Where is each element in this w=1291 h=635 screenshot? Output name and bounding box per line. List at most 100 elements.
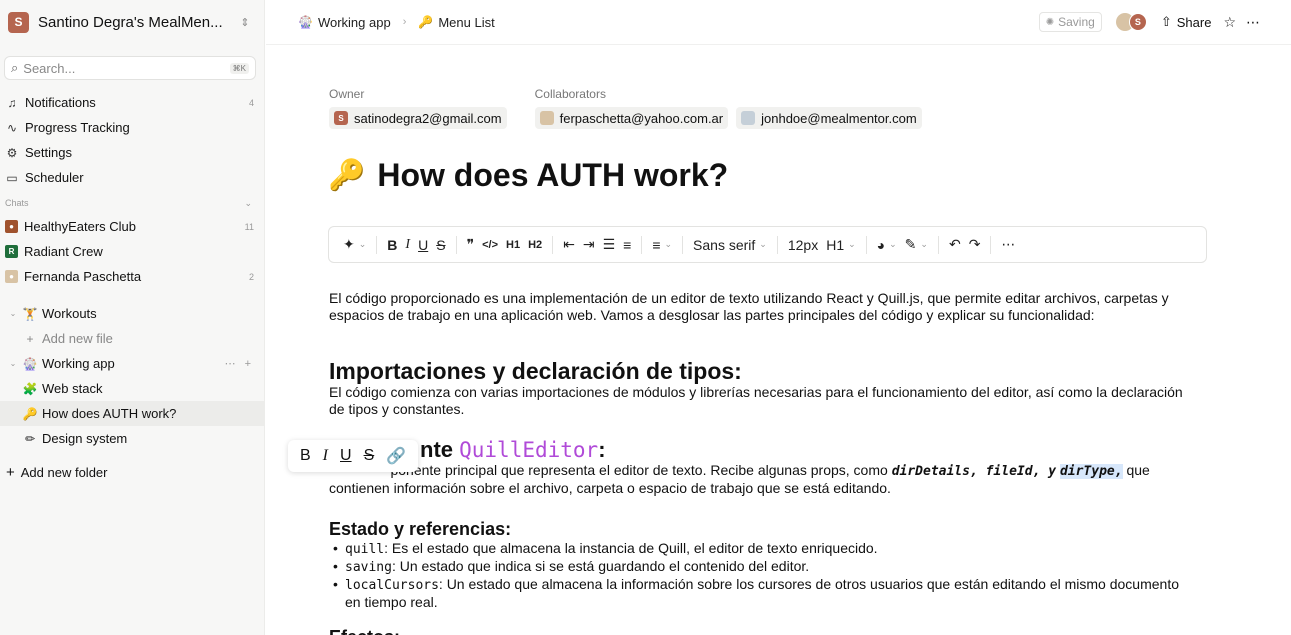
- folder-workouts[interactable]: ⌄ 🏋 Workouts: [0, 301, 264, 326]
- heading-component[interactable]: nte QuillEditor:: [420, 437, 606, 463]
- sidebar-item-notifications[interactable]: ♫ Notifications 4: [0, 90, 264, 115]
- breadcrumb-menu-list[interactable]: 🔑 Menu List: [418, 15, 494, 30]
- star-icon[interactable]: ☆: [1223, 14, 1236, 31]
- color-dropdown[interactable]: ◕ ⌄: [873, 237, 901, 253]
- italic-button[interactable]: I: [317, 447, 334, 465]
- bullet-list-icon[interactable]: ≡: [619, 237, 635, 253]
- sidebar-item-label: Progress Tracking: [25, 120, 130, 135]
- owner-chip[interactable]: S satinodegra2@gmail.com: [329, 107, 507, 129]
- chat-item[interactable]: ● Fernanda Paschetta 2: [0, 264, 264, 289]
- font-family-select[interactable]: Sans serif ⌄: [689, 237, 771, 253]
- file-label: How does AUTH work?: [42, 406, 177, 421]
- bold-button[interactable]: B: [383, 237, 401, 253]
- file-web-stack[interactable]: 🧩 Web stack: [0, 376, 264, 401]
- search-input[interactable]: ⌕ Search... ⌘K: [4, 56, 256, 80]
- heading-effects[interactable]: Efectos:: [329, 627, 400, 635]
- highlight-dropdown[interactable]: ✎ ⌄: [901, 236, 932, 253]
- toolbar-divider: [776, 235, 778, 254]
- file-auth[interactable]: 🔑 How does AUTH work?: [0, 401, 264, 426]
- document-people: Owner S satinodegra2@gmail.com Collabora…: [329, 87, 950, 129]
- key-icon[interactable]: 🔑: [328, 158, 365, 193]
- quote-icon[interactable]: ❞: [463, 236, 479, 253]
- chevron-down-icon[interactable]: ⌄: [7, 309, 19, 318]
- strikethrough-button[interactable]: S: [358, 447, 381, 465]
- heading-state[interactable]: Estado y referencias:: [329, 519, 511, 540]
- collaborator-chip[interactable]: jonhdoe@mealmentor.com: [736, 107, 922, 129]
- list-item[interactable]: quill: Es el estado que almacena la inst…: [329, 540, 1191, 558]
- chat-item[interactable]: R Radiant Crew: [0, 239, 264, 264]
- font-size-select[interactable]: 12px: [784, 237, 822, 253]
- redo-icon[interactable]: ↷: [965, 236, 985, 253]
- collaborator-chip[interactable]: ferpaschetta@yahoo.com.ar: [534, 107, 729, 129]
- paragraph[interactable]: El código proporcionado es una implement…: [329, 290, 1191, 324]
- folder-label: Working app: [42, 356, 115, 371]
- toolbar-divider: [865, 235, 867, 254]
- add-file-label: Add new file: [42, 331, 113, 346]
- outdent-icon[interactable]: ⇤: [559, 236, 579, 253]
- indent-icon[interactable]: ⇥: [579, 236, 599, 253]
- code-icon[interactable]: </>: [478, 239, 502, 251]
- unread-count: 2: [248, 271, 254, 282]
- chevron-up-down-icon[interactable]: ⇕: [236, 16, 254, 29]
- inline-code: localCursors: [345, 578, 439, 593]
- add-new-folder-button[interactable]: + Add new folder: [0, 460, 264, 485]
- collaborator-avatars[interactable]: S: [1115, 13, 1147, 31]
- link-icon[interactable]: 🔗: [380, 446, 412, 466]
- align-dropdown[interactable]: ≡ ⌄: [648, 237, 676, 253]
- bold-button[interactable]: B: [294, 447, 317, 465]
- toolbar-divider: [552, 235, 554, 254]
- brush-icon: ✎: [904, 236, 917, 252]
- chevron-down-icon[interactable]: ⌄: [244, 198, 252, 209]
- chevron-down-icon: ⌄: [759, 239, 767, 249]
- undo-icon[interactable]: ↶: [945, 236, 965, 253]
- list-item[interactable]: localCursors: Un estado que almacena la …: [329, 576, 1191, 611]
- chat-item[interactable]: ● HealthyEaters Club 11: [0, 214, 264, 239]
- underline-button[interactable]: U: [334, 447, 358, 465]
- owner-email: satinodegra2@gmail.com: [354, 110, 502, 126]
- strikethrough-button[interactable]: S: [432, 237, 449, 253]
- share-button[interactable]: ⇧ Share: [1161, 14, 1212, 30]
- chats-section-header[interactable]: Chats ⌄: [0, 192, 264, 214]
- heading-value: H1: [826, 236, 845, 253]
- underline-button[interactable]: U: [414, 237, 432, 253]
- folder-working-app[interactable]: ⌄ 🎡 Working app ⋯ +: [0, 351, 264, 376]
- chevron-down-icon[interactable]: ⌄: [7, 359, 19, 368]
- toolbar-divider: [937, 235, 939, 254]
- folder-actions[interactable]: ⋯ +: [225, 357, 254, 370]
- add-new-file-button[interactable]: + Add new file: [0, 326, 264, 351]
- plus-icon: +: [26, 331, 34, 346]
- list-item[interactable]: saving: Un estado que indica si se está …: [329, 558, 1191, 576]
- heading2-button[interactable]: H2: [524, 239, 546, 251]
- sidebar: S Santino Degra's MealMen... ⇕ ⌕ Search.…: [0, 0, 265, 635]
- page-title-text: How does AUTH work?: [377, 157, 729, 193]
- workspace-switcher[interactable]: S Santino Degra's MealMen... ⇕: [0, 0, 264, 44]
- more-icon[interactable]: ⋯: [1246, 14, 1261, 31]
- paragraph[interactable]: El código comienza con varias importacio…: [329, 384, 1191, 418]
- toolbar-divider: [682, 235, 684, 254]
- sidebar-item-progress-tracking[interactable]: ∿ Progress Tracking: [0, 115, 264, 140]
- ai-magic-button[interactable]: ✦ ⌄: [339, 236, 370, 253]
- heading-select[interactable]: H1 ⌄: [822, 237, 859, 253]
- sidebar-item-scheduler[interactable]: ▭ Scheduler: [0, 165, 264, 190]
- chat-item-label: HealthyEaters Club: [24, 219, 136, 234]
- sidebar-item-label: Settings: [25, 145, 72, 160]
- italic-button[interactable]: I: [401, 237, 414, 253]
- heading-text: nte: [420, 437, 453, 462]
- page-title[interactable]: 🔑 How does AUTH work?: [328, 157, 728, 194]
- notification-count: 4: [248, 97, 254, 108]
- paragraph[interactable]: Es el componente principal que represent…: [329, 462, 1191, 497]
- inline-code: QuillEditor: [459, 438, 599, 462]
- list-item-text: : Un estado que almacena la información …: [345, 576, 1180, 610]
- breadcrumb-label: Working app: [317, 14, 391, 30]
- inline-code: saving: [345, 560, 392, 575]
- sidebar-item-settings[interactable]: ⚙ Settings: [0, 140, 264, 165]
- heading1-button[interactable]: H1: [502, 239, 524, 251]
- file-design-system[interactable]: ✏ Design system: [0, 426, 264, 451]
- more-icon[interactable]: ⋯: [997, 236, 1019, 253]
- breadcrumb-working-app[interactable]: 🎡 Working app: [298, 15, 391, 30]
- ordered-list-icon[interactable]: ☰: [599, 236, 620, 253]
- heading-imports[interactable]: Importaciones y declaración de tipos:: [329, 358, 742, 385]
- search-placeholder: Search...: [23, 60, 76, 76]
- align-icon: ≡: [652, 236, 661, 253]
- add-folder-label: Add new folder: [20, 465, 108, 480]
